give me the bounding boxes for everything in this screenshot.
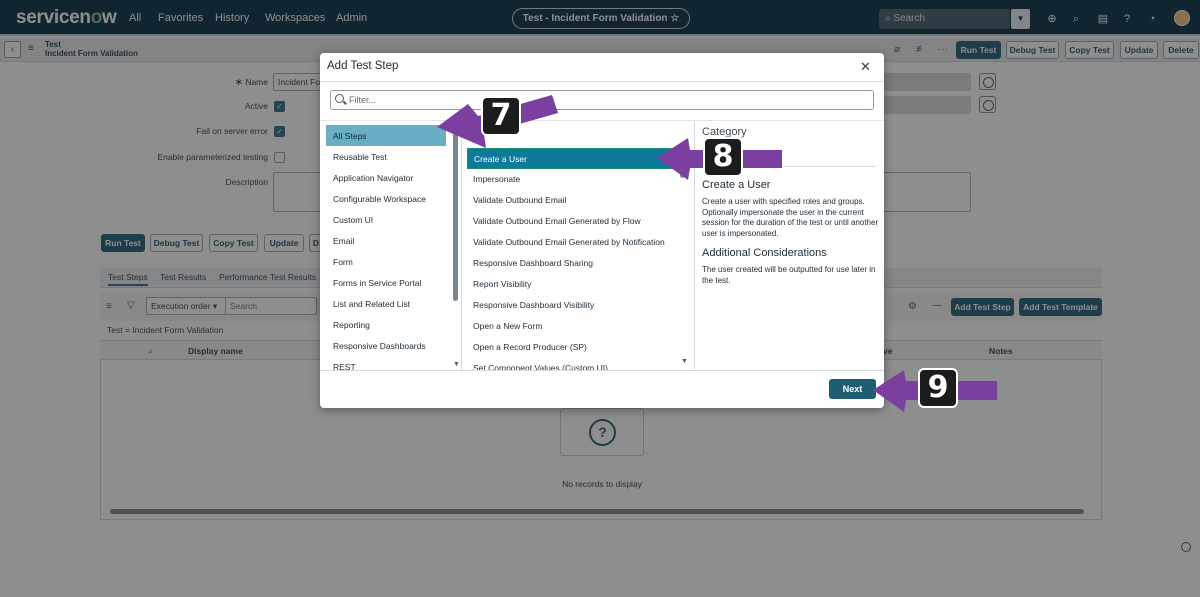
callout-arrows bbox=[437, 95, 997, 412]
callout-badge-8: 8 bbox=[703, 137, 743, 177]
callout-badge-7: 7 bbox=[481, 96, 521, 136]
callout-badge-9: 9 bbox=[918, 368, 958, 408]
